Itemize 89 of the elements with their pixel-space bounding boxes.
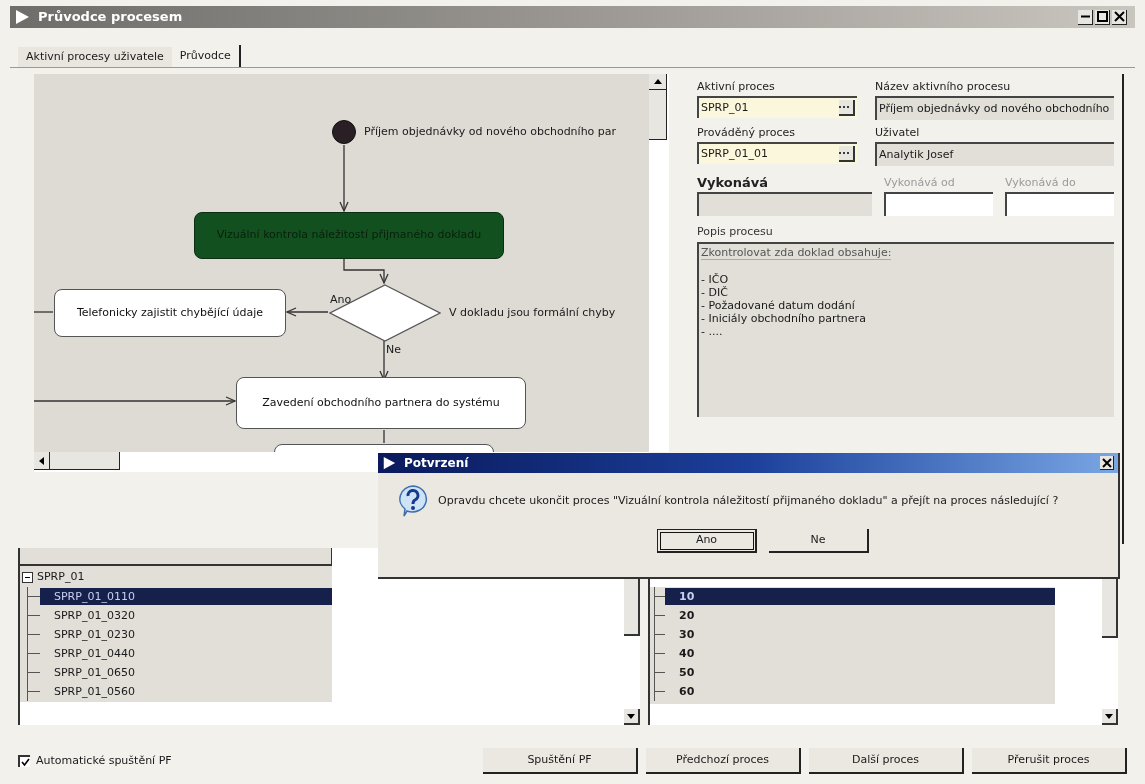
branch-label: Ano [330, 292, 352, 308]
description-line: Zkontrolovat zda doklad obsahuje: [701, 246, 892, 260]
window-title: Průvodce procesem [38, 8, 183, 27]
close-icon [1101, 457, 1112, 468]
collapse-toggle[interactable] [22, 572, 33, 583]
start-node [332, 120, 356, 144]
play-icon [14, 9, 30, 25]
caret-up-icon [653, 79, 662, 84]
activity-node[interactable]: Zavedení obchodního partnera do systému [236, 377, 526, 429]
vertical-scrollbar[interactable] [649, 74, 669, 452]
tree-item[interactable]: SPRP_01_0650 [40, 664, 332, 681]
tree-item[interactable]: SPRP_01_0560 [40, 683, 332, 700]
connector-line [383, 429, 385, 444]
node-label: V dokladu jsou formální chyby [449, 305, 616, 321]
browse-button[interactable] [839, 100, 855, 116]
tree-item[interactable]: SPRP_01 [37, 569, 85, 586]
scroll-down-button[interactable] [624, 709, 640, 725]
checkmark-icon [20, 757, 30, 767]
ellipsis-icon [839, 105, 849, 109]
field-label: Popis procesu [697, 224, 774, 240]
branch-label: Ne [386, 342, 401, 358]
tree-item[interactable]: SPRP_01_0230 [40, 626, 332, 643]
tab[interactable]: Aktivní procesy uživatele [18, 47, 172, 67]
action-button[interactable]: Další proces [809, 748, 964, 774]
connector-arrow [343, 258, 389, 285]
field-label: Vykonává od [884, 175, 955, 191]
description-line: - IČO [701, 273, 729, 286]
dialog-button[interactable]: Ano [657, 529, 757, 553]
close-button[interactable] [1112, 9, 1127, 25]
field-label: Prováděný proces [697, 125, 795, 141]
connector-arrow [339, 144, 349, 213]
question-icon [398, 485, 428, 517]
field-label: Vykonává do [1005, 175, 1076, 191]
description-area[interactable]: Zkontrolovat zda doklad obsahuje: - IČO - DIČ - Požadované datum dodání - Iniciály obchodního partnera - .... [697, 242, 1114, 417]
field-label: Název aktivního procesu [875, 79, 1011, 95]
tree-item[interactable]: SPRP_01_0110 [40, 588, 332, 605]
description-line: - Požadované datum dodání [701, 299, 855, 312]
caret-down-icon [1105, 713, 1113, 719]
lookup-field[interactable]: SPRP_01 [697, 96, 857, 118]
browse-button[interactable] [839, 146, 855, 162]
connector-line [34, 311, 54, 313]
node-label: Příjem objednávky od nového obchodního par [364, 124, 617, 140]
tree-item[interactable]: SPRP_01_0440 [40, 645, 332, 662]
scroll-thumb[interactable] [649, 90, 667, 140]
list-item[interactable]: 10 [665, 588, 1055, 605]
minus-icon [24, 574, 31, 581]
scroll-up-button[interactable] [649, 74, 667, 90]
readonly-field[interactable] [697, 192, 872, 216]
connector-arrow [285, 307, 329, 317]
list-item[interactable]: 60 [665, 683, 1055, 700]
dialog-message: Opravdu chcete ukončit proces "Vizuální kontrola náležitostí přijmaného dokladu" a přejít na proces následující ? [438, 492, 1059, 509]
description-line: - DIČ [701, 286, 728, 299]
dialog-button[interactable]: Ne [769, 529, 869, 553]
input-field[interactable] [884, 192, 993, 216]
dialog-title: Potvrzení [404, 455, 469, 472]
lookup-field[interactable]: SPRP_01_01 [697, 142, 857, 164]
description-line: - .... [701, 325, 723, 338]
ellipsis-icon [839, 151, 849, 155]
list-item[interactable]: 50 [665, 664, 1055, 681]
readonly-field[interactable]: Příjem objednávky od nového obchodního [875, 96, 1114, 120]
caret-down-icon [627, 713, 635, 719]
list-item[interactable]: 30 [665, 626, 1055, 643]
checkbox[interactable] [18, 755, 30, 767]
minimize-icon [1080, 15, 1090, 18]
readonly-field[interactable]: Analytik Josef [875, 142, 1114, 166]
field-label: Aktivní proces [697, 79, 775, 95]
scroll-thumb[interactable] [50, 452, 120, 470]
action-button[interactable]: Spuštění PF [483, 748, 638, 774]
input-field[interactable] [1005, 192, 1114, 216]
checkbox-label: Automatické spuštění PF [36, 752, 172, 769]
description-line: - Iniciály obchodního partnera [701, 312, 866, 325]
maximize-icon [1096, 11, 1108, 22]
action-button[interactable]: Předchozí proces [646, 748, 801, 774]
decision-node[interactable] [329, 284, 441, 342]
minimize-button[interactable] [1078, 9, 1093, 25]
scroll-down-button[interactable] [1102, 709, 1118, 725]
close-button[interactable] [1100, 456, 1114, 470]
activity-node[interactable]: Telefonicky zajistit chybějící údaje [54, 289, 286, 337]
field-label: Uživatel [875, 125, 920, 141]
list-item[interactable]: 20 [665, 607, 1055, 624]
field-label: Vykonává [697, 174, 769, 192]
scroll-left-button[interactable] [34, 452, 50, 470]
tree-item[interactable]: SPRP_01_0320 [40, 607, 332, 624]
action-button[interactable]: Přerušit proces [972, 748, 1127, 774]
list-item[interactable]: 40 [665, 645, 1055, 662]
caret-left-icon [39, 456, 44, 465]
play-icon [382, 456, 396, 470]
maximize-button[interactable] [1095, 9, 1110, 25]
close-icon [1113, 11, 1125, 22]
